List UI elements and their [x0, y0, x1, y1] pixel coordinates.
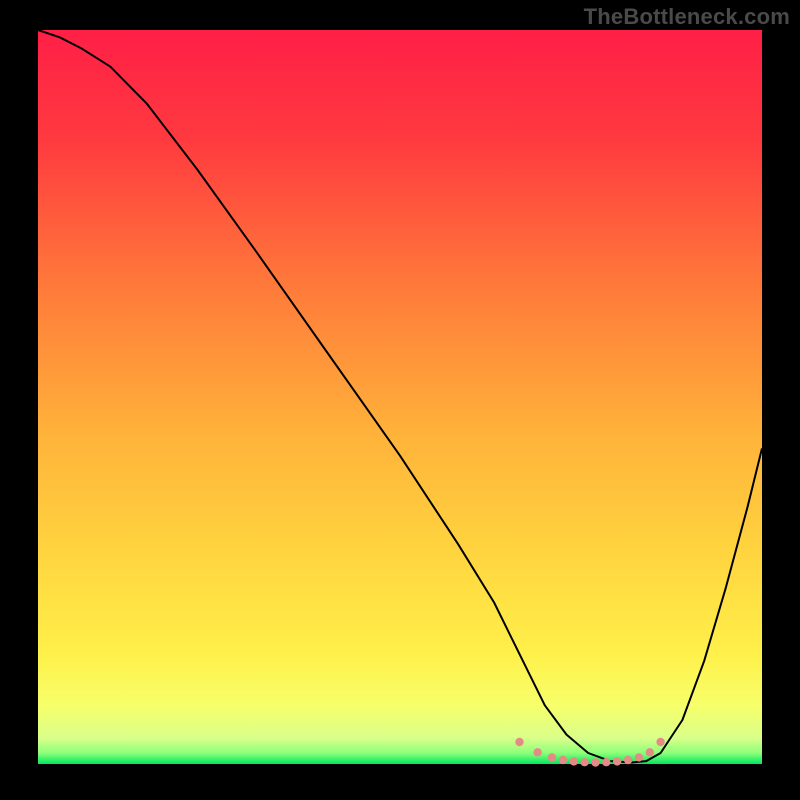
marker-dot — [635, 753, 643, 761]
marker-dot — [646, 748, 654, 756]
marker-dot — [580, 758, 588, 766]
marker-dot — [533, 748, 541, 756]
bottleneck-curve-chart — [0, 0, 800, 800]
marker-dot — [613, 757, 621, 765]
marker-dot — [602, 758, 610, 766]
marker-dot — [559, 756, 567, 764]
chart-frame: TheBottleneck.com — [0, 0, 800, 800]
marker-dot — [591, 758, 599, 766]
marker-dot — [515, 738, 523, 746]
marker-dot — [656, 738, 664, 746]
marker-dot — [624, 756, 632, 764]
marker-dot — [570, 757, 578, 765]
plot-background — [38, 30, 762, 764]
marker-dot — [548, 753, 556, 761]
